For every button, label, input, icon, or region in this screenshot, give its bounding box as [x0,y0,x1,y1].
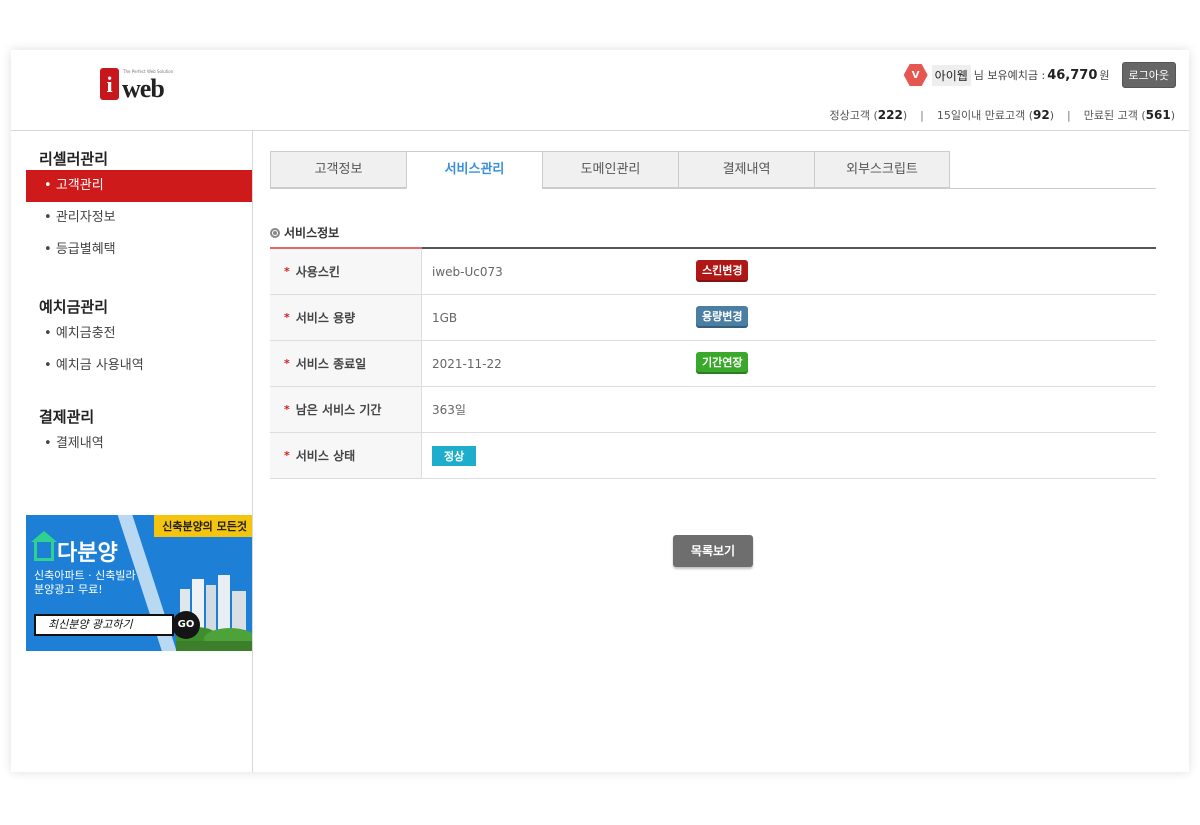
row-label-text: 서비스 상태 [295,449,356,463]
iweb-logo[interactable]: i The Perfect Web Solution web [100,66,180,103]
balance-currency: 원 [1099,69,1110,82]
banner-brand-name: 다분양 [57,541,118,566]
banner-subtitle-line: 신축아파트 · 신축빌라 [34,569,136,582]
sidebar-item-label: 예치금충전 [55,326,116,341]
table-row: * 사용스킨 iweb-Uc073 스킨변경 [270,249,1156,295]
table-row: * 서비스 상태 정상 [270,433,1156,479]
row-label-text: 서비스 종료일 [295,357,367,371]
balance-amount: 46,770 [1047,67,1098,83]
row-label-text: 사용스킨 [295,265,340,279]
banner-cta[interactable]: 최신분양 광고하기 [34,614,174,636]
stat-separator: | [920,108,924,122]
section-title-text: 서비스정보 [284,226,340,240]
bullet: • [44,178,52,193]
skin-value: iweb-Uc073 [432,264,503,279]
end-date-value: 2021-11-22 [432,356,502,371]
target-circle-icon [270,227,280,238]
logo-i-mark: i [100,68,119,100]
row-label: * 서비스 종료일 [270,341,422,386]
user-bar: V 아이웹 님 보유예치금 : 46,770 원 로그아웃 [903,62,1176,88]
sidebar-section-reseller: 리셀러관리 [39,150,109,168]
sidebar-item-customers[interactable]: • 고객관리 [26,170,252,202]
stat-expired-count: 561 [1145,108,1171,122]
tab-payment-history[interactable]: 결제내역 [678,151,814,188]
stat-expiring-label[interactable]: 15일이내 만료고객 [937,107,1025,123]
tab-bar: 고객정보 서비스관리 도메인관리 결제내역 외부스크립트 [270,151,1156,189]
table-accent-line [270,247,422,249]
row-value: 2021-11-22 기간연장 [422,341,1156,386]
table-row: * 서비스 용량 1GB 용량변경 [270,295,1156,341]
required-star: * [284,357,290,370]
required-star: * [284,265,290,278]
stat-expiring-count: 92 [1033,108,1050,122]
customer-stats: 정상고객 (222) | 15일이내 만료고객 (92) | 만료된 고객 (5… [829,107,1175,123]
required-star: * [284,311,290,324]
tab-domain-management[interactable]: 도메인관리 [542,151,678,188]
row-label-text: 남은 서비스 기간 [295,403,382,417]
capacity-value: 1GB [432,310,458,325]
banner-subtitle: 신축아파트 · 신축빌라 분양광고 무료! [34,569,154,597]
sidebar-divider [252,130,253,772]
tab-service-management[interactable]: 서비스관리 [406,151,542,189]
ad-banner[interactable]: 신축분양의 모든것 다분양 신축아파트 · 신축빌라 분양광고 무료! 최신분양… [26,515,252,651]
tab-customer-info[interactable]: 고객정보 [270,151,406,188]
table-row: * 남은 서비스 기간 363일 [270,387,1156,433]
row-value: 정상 [422,433,1156,478]
sidebar-item-grade-benefits[interactable]: • 등급별혜택 [26,234,252,266]
vip-level-icon: V [903,63,928,87]
banner-subtitle-line: 분양광고 무료! [34,583,103,596]
required-star: * [284,449,290,462]
app-window: i The Perfect Web Solution web V 아이웹 님 보… [11,50,1189,772]
logo-wordmark: web [122,74,165,103]
row-value: 1GB 용량변경 [422,295,1156,340]
stat-separator: | [1067,108,1071,122]
logout-button[interactable]: 로그아웃 [1121,62,1176,88]
required-star: * [284,403,290,416]
bullet: • [44,242,52,257]
sidebar-item-label: 결제내역 [55,436,104,451]
status-badge: 정상 [432,445,477,466]
bullet: • [44,436,52,451]
house-icon [31,531,57,561]
user-name: 아이웹 [931,64,971,86]
banner-tagline: 신축분양의 모든것 [154,515,252,537]
sidebar: 리셀러관리 • 고객관리 • 관리자정보 • 등급별혜택 예치금관리 • 예치금… [26,131,252,460]
row-label-text: 서비스 용량 [295,311,356,325]
row-label: * 남은 서비스 기간 [270,387,422,432]
change-skin-button[interactable]: 스킨변경 [696,260,749,282]
row-label: * 서비스 용량 [270,295,422,340]
extend-period-button[interactable]: 기간연장 [696,352,749,374]
sidebar-item-deposit-history[interactable]: • 예치금 사용내역 [26,350,252,382]
bullet: • [44,326,52,341]
sidebar-item-label: 등급별혜택 [55,242,116,257]
row-value: iweb-Uc073 스킨변경 [422,249,1156,294]
sidebar-item-label: 고객관리 [55,178,104,193]
table-row: * 서비스 종료일 2021-11-22 기간연장 [270,341,1156,387]
change-capacity-button[interactable]: 용량변경 [696,306,749,328]
sidebar-item-label: 관리자정보 [55,210,116,225]
remaining-period-value: 363일 [432,403,466,417]
sidebar-item-label: 예치금 사용내역 [55,358,144,373]
bullet: • [44,210,52,225]
row-label: * 서비스 상태 [270,433,422,478]
back-to-list-button[interactable]: 목록보기 [673,535,753,567]
balance-label: 님 보유예치금 : [973,69,1046,82]
tab-external-script[interactable]: 외부스크립트 [814,151,950,188]
service-info-table: * 사용스킨 iweb-Uc073 스킨변경 * 서비스 용량 1GB 용량변경 *… [270,247,1156,479]
sidebar-item-deposit-charge[interactable]: • 예치금충전 [26,318,252,350]
sidebar-item-payment-history[interactable]: • 결제내역 [26,428,252,460]
sidebar-section-deposit: 예치금관리 [39,298,109,316]
stat-normal-count: 222 [877,108,903,122]
bullet: • [44,358,52,373]
stat-expired-label[interactable]: 만료된 고객 [1084,107,1138,123]
row-value: 363일 [422,387,1156,432]
sidebar-item-admin-info[interactable]: • 관리자정보 [26,202,252,234]
sidebar-section-payment: 결제관리 [39,408,95,426]
stat-normal-label[interactable]: 정상고객 [830,107,870,123]
banner-go-button[interactable]: GO [172,611,200,639]
banner-brand: 다분양 [31,531,118,567]
section-title: 서비스정보 [270,224,339,241]
row-label: * 사용스킨 [270,249,422,294]
